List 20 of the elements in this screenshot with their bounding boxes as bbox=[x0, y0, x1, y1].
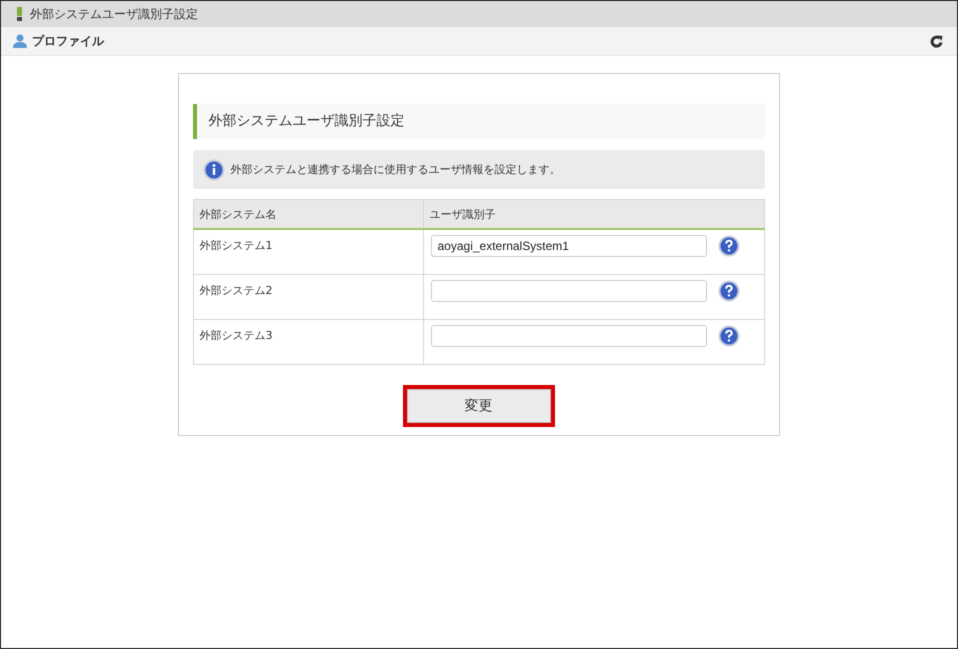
window-title: 外部システムユーザ識別子設定 bbox=[30, 6, 198, 22]
input-field[interactable]: aoyagi_externalSystem1 bbox=[430, 235, 706, 257]
help-icon[interactable] bbox=[718, 235, 740, 257]
info-text: 外部システムと連携する場合に使用するユーザ情報を設定します。 bbox=[230, 162, 560, 177]
info-icon bbox=[202, 158, 224, 180]
input-field[interactable] bbox=[430, 280, 706, 302]
refresh-icon[interactable] bbox=[930, 34, 943, 48]
change-button[interactable]: 変更 bbox=[406, 389, 550, 423]
table-cell: 外部システム3 bbox=[193, 320, 423, 364]
column-header: ユーザ識別子 bbox=[423, 200, 764, 229]
help-icon[interactable] bbox=[718, 280, 740, 302]
help-icon[interactable] bbox=[718, 325, 740, 347]
profile-label: プロファイル bbox=[32, 32, 104, 50]
input-field[interactable] bbox=[430, 325, 706, 347]
table-cell: 外部システム1 bbox=[193, 229, 423, 274]
section-heading: 外部システムユーザ識別子設定 bbox=[192, 104, 764, 139]
column-header: 外部システム名 bbox=[193, 200, 423, 229]
user-icon bbox=[13, 34, 27, 48]
table-cell: 外部システム2 bbox=[193, 274, 423, 320]
status-icon bbox=[17, 7, 22, 21]
